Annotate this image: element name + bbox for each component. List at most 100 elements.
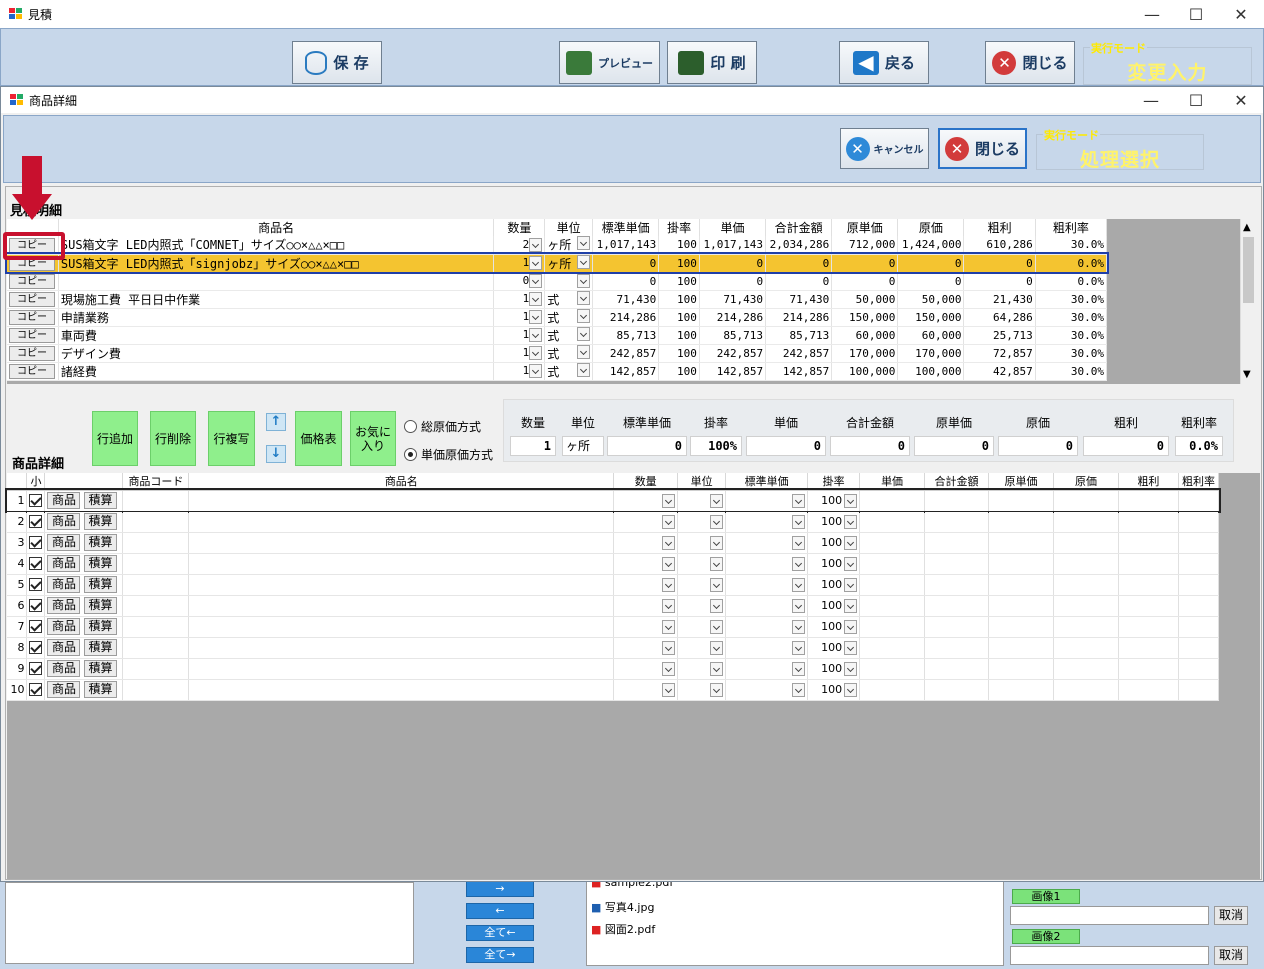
- unit-cell[interactable]: 式: [544, 326, 594, 345]
- qty-cell[interactable]: 2: [493, 236, 546, 255]
- estimate-button[interactable]: 積算: [83, 576, 117, 593]
- move-all-right-button[interactable]: 全て→: [466, 947, 534, 963]
- estimate-button[interactable]: 積算: [83, 534, 117, 551]
- value-cell[interactable]: [1118, 595, 1179, 617]
- checkbox-checked-icon[interactable]: [29, 557, 43, 571]
- checkbox-checked-icon[interactable]: [29, 641, 43, 655]
- cprice-cell[interactable]: 50,000: [831, 290, 899, 309]
- cost-cell[interactable]: 170,000: [897, 344, 965, 363]
- dropdown-icon[interactable]: [792, 514, 806, 529]
- grid1-scrollbar[interactable]: ▲ ▼: [1240, 219, 1256, 384]
- dropdown-icon[interactable]: [710, 577, 724, 592]
- file-item[interactable]: ■ sample2.pdf: [591, 881, 673, 889]
- estimate-row[interactable]: コピー 申請業務 1 式 214,286 100 214,286 214,286 150,000…: [7, 308, 1108, 327]
- checkbox-checked-icon[interactable]: [29, 620, 43, 634]
- dropdown-icon[interactable]: [710, 493, 724, 508]
- product-row[interactable]: 6 商品 積算 100: [7, 595, 1220, 617]
- qty-cell[interactable]: 1: [493, 290, 546, 309]
- dropdown-icon[interactable]: [662, 556, 676, 571]
- small-check-cell[interactable]: [26, 574, 46, 596]
- estimate-row[interactable]: コピー SUS箱文字 LED内照式「COMNET」サイズ○○×△△×□□ 2 ヶ所 1,…: [7, 236, 1108, 255]
- small-check-cell[interactable]: [26, 637, 46, 659]
- name-cell[interactable]: デザイン費: [58, 344, 495, 363]
- rate-cell[interactable]: 100: [658, 254, 700, 273]
- maximize-icon[interactable]: ☐: [1173, 0, 1219, 28]
- small-check-cell[interactable]: [26, 490, 46, 512]
- dropdown-icon[interactable]: [792, 598, 806, 613]
- dropdown-icon[interactable]: [662, 598, 676, 613]
- cprice-cell[interactable]: 0: [831, 254, 899, 273]
- image2-input[interactable]: [1010, 946, 1209, 965]
- dropdown-icon[interactable]: [577, 274, 591, 288]
- rate-cell[interactable]: 100: [658, 272, 700, 291]
- value-cell[interactable]: [1053, 637, 1119, 659]
- value-cell[interactable]: [1053, 616, 1119, 638]
- total-cell[interactable]: 214,286: [765, 308, 833, 327]
- qty-cell[interactable]: [613, 553, 679, 575]
- cprice-cell[interactable]: 712,000: [831, 236, 899, 255]
- qty-cell[interactable]: [613, 595, 679, 617]
- unit-cell[interactable]: [677, 490, 727, 512]
- dropdown-icon[interactable]: [577, 254, 591, 269]
- rate-cell[interactable]: 100: [807, 574, 861, 596]
- value-cell[interactable]: [1178, 595, 1220, 617]
- profit-cell[interactable]: 21,430: [963, 290, 1036, 309]
- dropdown-icon[interactable]: [662, 514, 676, 529]
- estimate-row[interactable]: コピー デザイン費 1 式 242,857 100 242,857 242,857 170,00…: [7, 344, 1108, 363]
- std-cell[interactable]: 1,017,143: [592, 236, 660, 255]
- move-down-button[interactable]: ↓: [266, 445, 286, 463]
- unit-cell[interactable]: [677, 532, 727, 554]
- dropdown-icon[interactable]: [844, 514, 858, 529]
- dropdown-icon[interactable]: [792, 640, 806, 655]
- value-cell[interactable]: [859, 679, 926, 701]
- profit-cell[interactable]: 64,286: [963, 308, 1036, 327]
- value-cell[interactable]: [859, 553, 926, 575]
- delete-row-button[interactable]: 行削除: [150, 411, 196, 466]
- copy-button[interactable]: コピー: [9, 328, 55, 343]
- dropdown-icon[interactable]: [710, 556, 724, 571]
- value-cell[interactable]: [859, 490, 926, 512]
- product-button[interactable]: 商品: [47, 681, 81, 698]
- value-cell[interactable]: [988, 511, 1054, 533]
- price-cell[interactable]: 142,857: [699, 362, 767, 381]
- std-cell[interactable]: [725, 553, 809, 575]
- std-cell[interactable]: [725, 532, 809, 554]
- estimate-button[interactable]: 積算: [83, 618, 117, 635]
- checkbox-checked-icon[interactable]: [29, 683, 43, 697]
- product-row[interactable]: 8 商品 積算 100: [7, 637, 1220, 659]
- unit-cost-method-radio[interactable]: 単価原価方式: [404, 446, 493, 463]
- value-cell[interactable]: [1178, 490, 1220, 512]
- code-cell[interactable]: [122, 637, 190, 659]
- value-cell[interactable]: [1178, 658, 1220, 680]
- value-cell[interactable]: [1178, 511, 1220, 533]
- dropdown-icon[interactable]: [529, 256, 543, 270]
- value-cell[interactable]: [1178, 574, 1220, 596]
- dropdown-icon[interactable]: [792, 577, 806, 592]
- pct-cell[interactable]: 30.0%: [1035, 308, 1108, 327]
- value-cell[interactable]: [988, 553, 1054, 575]
- pname-cell[interactable]: [188, 658, 615, 680]
- unit-cell[interactable]: ヶ所: [544, 236, 594, 255]
- small-check-cell[interactable]: [26, 679, 46, 701]
- qty-cell[interactable]: [613, 679, 679, 701]
- dropdown-icon[interactable]: [844, 619, 858, 634]
- std-cell[interactable]: 242,857: [592, 344, 660, 363]
- small-check-cell[interactable]: [26, 532, 46, 554]
- left-list-box[interactable]: [5, 882, 414, 964]
- qty-cell[interactable]: [613, 574, 679, 596]
- qty-cell[interactable]: 1: [493, 344, 546, 363]
- dropdown-icon[interactable]: [792, 682, 806, 697]
- std-cell[interactable]: 214,286: [592, 308, 660, 327]
- checkbox-checked-icon[interactable]: [29, 536, 43, 550]
- name-cell[interactable]: 諸経費: [58, 362, 495, 381]
- unit-cell[interactable]: [677, 658, 727, 680]
- dropdown-icon[interactable]: [792, 661, 806, 676]
- product-row[interactable]: 9 商品 積算 100: [7, 658, 1220, 680]
- product-button[interactable]: 商品: [47, 660, 81, 677]
- dropdown-icon[interactable]: [710, 661, 724, 676]
- std-cell[interactable]: [725, 679, 809, 701]
- dropdown-icon[interactable]: [662, 493, 676, 508]
- small-check-cell[interactable]: [26, 616, 46, 638]
- name-cell[interactable]: SUS箱文字 LED内照式「signjobz」サイズ○○×△△×□□: [58, 254, 495, 273]
- code-cell[interactable]: [122, 595, 190, 617]
